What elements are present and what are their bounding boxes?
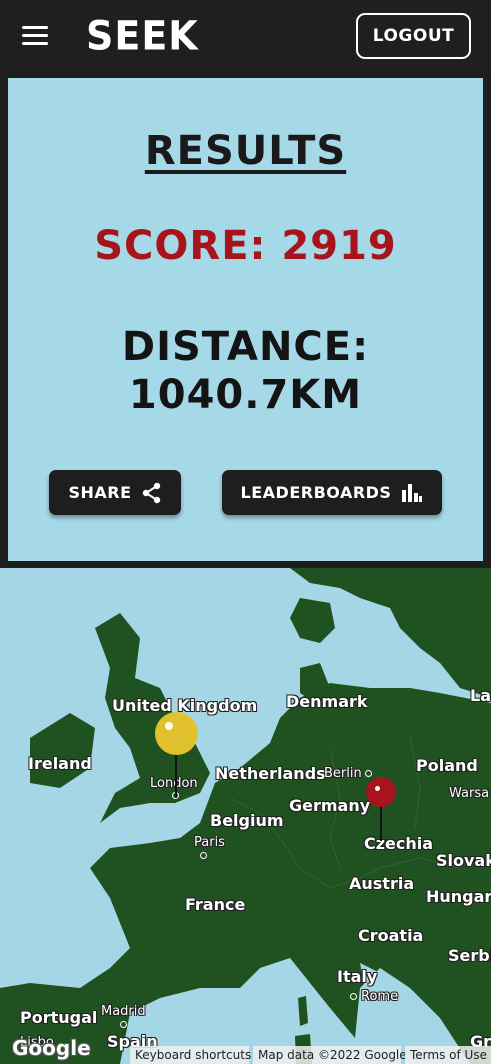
app-header: SEEK LOGOUT (0, 0, 491, 72)
logout-button[interactable]: LOGOUT (356, 13, 471, 59)
madrid-dot (120, 1021, 127, 1028)
label-denmark: Denmark (286, 692, 368, 711)
app-logo: SEEK (86, 12, 199, 60)
label-poland: Poland (416, 756, 478, 775)
answer-pin-stick (380, 803, 382, 841)
rome-dot (350, 993, 357, 1000)
share-button[interactable]: SHARE (49, 470, 181, 515)
guess-pin-icon[interactable] (155, 712, 198, 755)
share-label: SHARE (68, 483, 132, 502)
map-data-attribution: Map data ©2022 Google (253, 1046, 407, 1064)
distance-value: DISTANCE: 1040.7KM (8, 323, 483, 419)
leaderboards-label: LEADERBOARDS (240, 483, 392, 502)
label-belgium: Belgium (210, 811, 284, 830)
label-portugal: Portugal (20, 1008, 98, 1027)
label-hungary: Hungary (426, 887, 491, 906)
label-london: London (150, 776, 198, 791)
bar-chart-icon (402, 483, 423, 502)
guess-pin-stick (175, 748, 177, 798)
label-la: La (470, 686, 491, 705)
menu-icon[interactable] (22, 26, 48, 46)
results-map[interactable]: United Kingdom Ireland London Netherland… (0, 568, 491, 1064)
label-madrid: Madrid (101, 1004, 146, 1019)
google-logo: Google (12, 1036, 91, 1060)
distance-amount: 1040.7KM (128, 372, 363, 418)
keyboard-shortcuts-link[interactable]: Keyboard shortcuts (130, 1046, 251, 1064)
results-title: RESULTS (144, 128, 347, 174)
label-warsaw: Warsa (449, 786, 490, 801)
label-rome: Rome (361, 989, 399, 1004)
results-panel: RESULTS SCORE: 2919 DISTANCE: 1040.7KM S… (8, 78, 483, 561)
label-france: France (185, 895, 246, 914)
terms-of-use-link[interactable]: Terms of Use (405, 1046, 491, 1064)
label-berlin: Berlin (324, 766, 362, 781)
distance-label: DISTANCE: (121, 324, 370, 370)
berlin-dot (365, 770, 372, 777)
label-united-kingdom: United Kingdom (112, 696, 258, 715)
label-czechia: Czechia (364, 834, 434, 853)
share-icon (142, 482, 160, 503)
label-paris: Paris (194, 835, 225, 850)
leaderboards-button[interactable]: LEADERBOARDS (222, 470, 442, 515)
label-austria: Austria (349, 874, 415, 893)
label-serbia: Serbi (448, 946, 491, 965)
label-ireland: Ireland (28, 754, 92, 773)
label-netherlands: Netherlands (215, 764, 326, 783)
score-value: SCORE: 2919 (94, 223, 397, 269)
label-slovakia: Slovaki (436, 851, 491, 870)
label-croatia: Croatia (358, 926, 424, 945)
answer-pin-icon[interactable] (366, 777, 396, 807)
label-germany: Germany (289, 796, 371, 815)
paris-dot (200, 852, 207, 859)
label-italy: Italy (337, 967, 378, 986)
